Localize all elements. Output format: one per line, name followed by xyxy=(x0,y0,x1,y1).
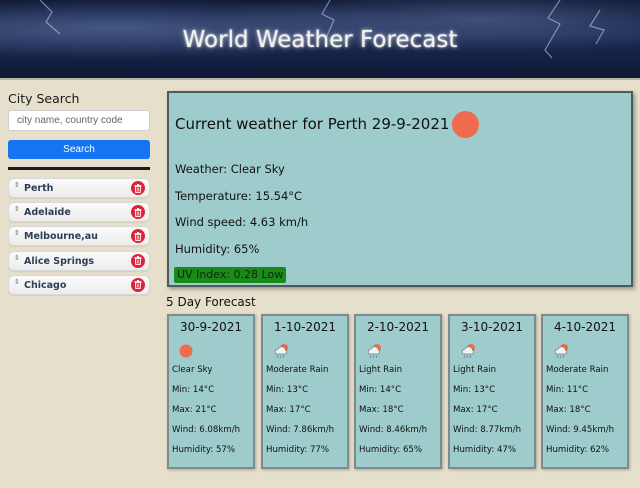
forecast-day-card: 2-10-2021 Light Rain Min: 14°C Max: 18°C… xyxy=(354,314,442,469)
current-temperature: Temperature: 15.54°C xyxy=(175,189,303,203)
delete-city-button[interactable] xyxy=(131,205,145,220)
forecast-heading: 5 Day Forecast xyxy=(166,295,256,309)
current-weather-title: Current weather for Perth 29-9-2021 xyxy=(175,115,450,133)
forecast-description: Moderate Rain xyxy=(266,365,329,375)
forecast-day-card: 3-10-2021 Light Rain Min: 13°C Max: 17°C… xyxy=(448,314,536,469)
city-name[interactable]: Perth xyxy=(24,183,53,194)
city-item-perth[interactable]: ⇕ Perth xyxy=(8,178,150,198)
drag-handle-icon[interactable]: ⇕ xyxy=(14,205,20,213)
trash-icon xyxy=(134,280,142,290)
drag-handle-icon[interactable]: ⇕ xyxy=(14,254,20,262)
forecast-humidity: Humidity: 57% xyxy=(172,445,236,455)
forecast-min-temp: Min: 13°C xyxy=(266,385,309,395)
forecast-wind: Wind: 6.08km/h xyxy=(172,425,241,435)
forecast-wind: Wind: 9.45km/h xyxy=(546,425,615,435)
current-weather-description: Weather: Clear Sky xyxy=(175,162,285,176)
search-button[interactable]: Search xyxy=(8,140,150,159)
current-weather-card: Current weather for Perth 29-9-2021 Weat… xyxy=(167,91,633,287)
city-search-heading: City Search xyxy=(8,91,80,106)
current-humidity: Humidity: 65% xyxy=(175,242,260,256)
current-wind-speed: Wind speed: 4.63 km/h xyxy=(175,215,309,229)
forecast-date: 1-10-2021 xyxy=(273,320,337,334)
saved-cities-list: ⇕ Perth ⇕ Adelaide ⇕ Melbourne,au ⇕ Alic… xyxy=(8,178,150,299)
trash-icon xyxy=(134,183,142,193)
forecast-description: Light Rain xyxy=(453,365,497,375)
drag-handle-icon[interactable]: ⇕ xyxy=(14,181,20,189)
forecast-day-card: 30-9-2021 Clear Sky Min: 14°C Max: 21°C … xyxy=(167,314,255,469)
forecast-date: 30-9-2021 xyxy=(179,320,243,334)
header-banner: World Weather Forecast xyxy=(0,0,640,80)
forecast-min-temp: Min: 14°C xyxy=(172,385,215,395)
forecast-min-temp: Min: 13°C xyxy=(453,385,496,395)
delete-city-button[interactable] xyxy=(131,181,145,195)
city-name[interactable]: Alice Springs xyxy=(24,256,94,267)
delete-city-button[interactable] xyxy=(131,277,145,292)
forecast-min-temp: Min: 14°C xyxy=(359,385,402,395)
drag-handle-icon[interactable]: ⇕ xyxy=(14,229,20,237)
city-item-alice-springs[interactable]: ⇕ Alice Springs xyxy=(8,250,150,271)
forecast-description: Light Rain xyxy=(359,365,403,375)
forecast-description: Clear Sky xyxy=(172,365,213,375)
delete-city-button[interactable] xyxy=(131,229,145,244)
city-search-input[interactable] xyxy=(8,110,150,131)
page-title: World Weather Forecast xyxy=(182,27,458,53)
drag-handle-icon[interactable]: ⇕ xyxy=(14,278,20,286)
forecast-date: 4-10-2021 xyxy=(553,320,617,334)
sidebar-divider xyxy=(8,167,150,170)
sun-icon xyxy=(179,343,195,364)
rain-cloud-icon xyxy=(460,343,478,364)
forecast-wind: Wind: 8.46km/h xyxy=(359,425,428,435)
forecast-max-temp: Max: 18°C xyxy=(546,405,591,415)
trash-icon xyxy=(134,207,142,217)
rain-cloud-icon xyxy=(273,343,291,364)
delete-city-button[interactable] xyxy=(131,253,145,268)
city-item-melbourne[interactable]: ⇕ Melbourne,au xyxy=(8,226,150,247)
forecast-wind: Wind: 7.86km/h xyxy=(266,425,335,435)
forecast-max-temp: Max: 17°C xyxy=(266,405,311,415)
trash-icon xyxy=(134,231,142,241)
forecast-humidity: Humidity: 47% xyxy=(453,445,517,455)
forecast-day-card: 1-10-2021 Moderate Rain Min: 13°C Max: 1… xyxy=(261,314,349,469)
city-name[interactable]: Adelaide xyxy=(24,207,71,218)
forecast-description: Moderate Rain xyxy=(546,365,609,375)
trash-icon xyxy=(134,256,142,266)
city-name[interactable]: Chicago xyxy=(24,280,66,291)
rain-cloud-icon xyxy=(553,343,571,364)
uv-index-badge: UV Index: 0.28 Low xyxy=(174,267,287,283)
city-item-chicago[interactable]: ⇕ Chicago xyxy=(8,274,150,295)
forecast-max-temp: Max: 17°C xyxy=(453,405,498,415)
rain-cloud-icon xyxy=(366,343,384,364)
sun-icon xyxy=(452,111,479,138)
city-item-adelaide[interactable]: ⇕ Adelaide xyxy=(8,202,150,223)
forecast-max-temp: Max: 21°C xyxy=(172,405,217,415)
forecast-date: 3-10-2021 xyxy=(460,320,524,334)
forecast-min-temp: Min: 11°C xyxy=(546,385,589,395)
forecast-max-temp: Max: 18°C xyxy=(359,405,404,415)
forecast-humidity: Humidity: 65% xyxy=(359,445,423,455)
forecast-wind: Wind: 8.77km/h xyxy=(453,425,522,435)
forecast-humidity: Humidity: 62% xyxy=(546,445,610,455)
forecast-day-card: 4-10-2021 Moderate Rain Min: 11°C Max: 1… xyxy=(541,314,629,469)
city-name[interactable]: Melbourne,au xyxy=(24,231,98,242)
forecast-date: 2-10-2021 xyxy=(366,320,430,334)
forecast-humidity: Humidity: 77% xyxy=(266,445,330,455)
